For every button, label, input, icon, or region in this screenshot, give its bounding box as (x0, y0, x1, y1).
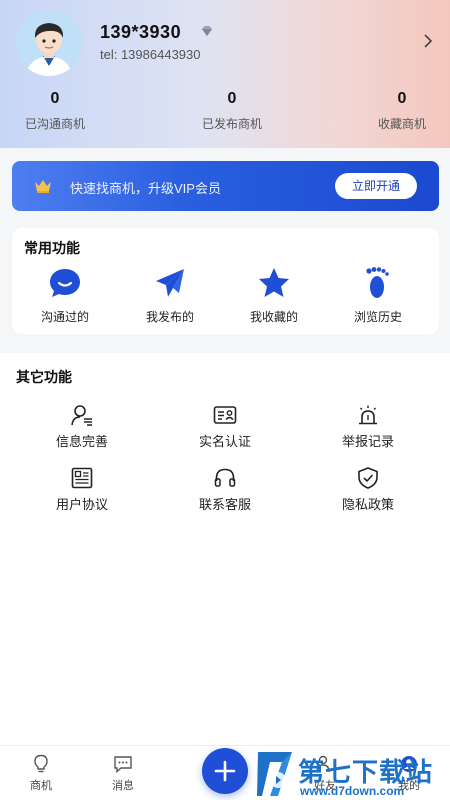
common-functions-card: 常用功能 沟通过的 我发布的 我收藏的 浏览历史 (12, 228, 439, 334)
function-label: 我发布的 (145, 310, 194, 324)
nav-label: 商机 (30, 780, 52, 792)
vip-open-button[interactable]: 立即开通 (335, 173, 417, 199)
watermark-url: www.d7down.com (300, 784, 405, 798)
function-verify[interactable]: 实名认证 (175, 403, 275, 450)
stat-label: 收藏商机 (377, 117, 426, 131)
function-label: 实名认证 (198, 434, 251, 449)
plus-icon (214, 760, 236, 782)
watermark-logo (257, 752, 292, 796)
vip-text: 快速找商机，升级VIP会员 (70, 181, 221, 196)
profile-header: 139*3930 tel: 13986443930 0 已沟通商机 0 已发布商… (0, 0, 450, 148)
user-info-icon (71, 405, 92, 426)
stat-published[interactable]: 0 已发布商机 (172, 90, 292, 132)
function-reports[interactable]: 举报记录 (318, 403, 418, 450)
function-favorites[interactable]: 我收藏的 (234, 266, 314, 325)
function-service[interactable]: 联系客服 (175, 466, 275, 513)
function-history[interactable]: 浏览历史 (338, 266, 418, 325)
diamond-icon (202, 26, 212, 36)
function-label: 隐私政策 (341, 497, 394, 512)
stat-favorites[interactable]: 0 收藏商机 (342, 90, 450, 132)
function-label: 浏览历史 (353, 310, 402, 324)
function-label: 信息完善 (55, 434, 108, 449)
user-tel: tel: 13986443930 (100, 47, 201, 62)
function-contacted[interactable]: 沟通过的 (25, 266, 105, 325)
function-info[interactable]: 信息完善 (32, 403, 132, 450)
nav-item-messages[interactable]: 消息 (98, 754, 148, 793)
chat-bubble-icon (50, 269, 80, 297)
shield-check-icon (358, 467, 378, 489)
function-privacy[interactable]: 隐私政策 (318, 466, 418, 513)
star-icon (259, 268, 289, 297)
footprint-icon (366, 267, 389, 298)
add-button[interactable] (202, 748, 248, 794)
stat-label: 已发布商机 (201, 117, 262, 131)
bulb-icon (34, 754, 48, 773)
avatar[interactable] (16, 10, 82, 76)
other-functions-section: 其它功能 信息完善 实名认证 举报记录 用户协议 联系客服 隐私政策 (0, 353, 450, 745)
user-name: 139*3930 (100, 22, 182, 42)
alarm-icon (359, 405, 377, 425)
stat-label: 已沟通商机 (24, 117, 85, 131)
function-label: 沟通过的 (40, 310, 89, 324)
paper-plane-icon (156, 269, 184, 297)
nav-item-opportunities[interactable]: 商机 (16, 754, 66, 793)
section-title: 常用功能 (24, 240, 80, 256)
vip-banner[interactable]: 快速找商机，升级VIP会员 立即开通 (12, 161, 439, 211)
stat-value: 0 (50, 90, 60, 107)
stat-contacted[interactable]: 0 已沟通商机 (0, 90, 115, 132)
function-published[interactable]: 我发布的 (130, 266, 210, 325)
chevron-right-icon[interactable] (422, 34, 434, 48)
stat-value: 0 (397, 90, 407, 107)
function-label: 我收藏的 (249, 310, 298, 324)
section-title: 其它功能 (16, 369, 72, 385)
function-label: 举报记录 (341, 434, 394, 449)
function-agreement[interactable]: 用户协议 (32, 466, 132, 513)
crown-icon (35, 180, 51, 193)
message-icon (114, 756, 132, 774)
document-icon (71, 467, 93, 489)
function-label: 联系客服 (198, 497, 251, 512)
nav-label: 消息 (112, 780, 134, 792)
function-label: 用户协议 (55, 497, 108, 512)
headset-icon (214, 468, 236, 487)
id-card-icon (213, 406, 237, 424)
stat-value: 0 (227, 90, 237, 107)
site-watermark: 第七下载站 www.d7down.com (256, 750, 450, 800)
